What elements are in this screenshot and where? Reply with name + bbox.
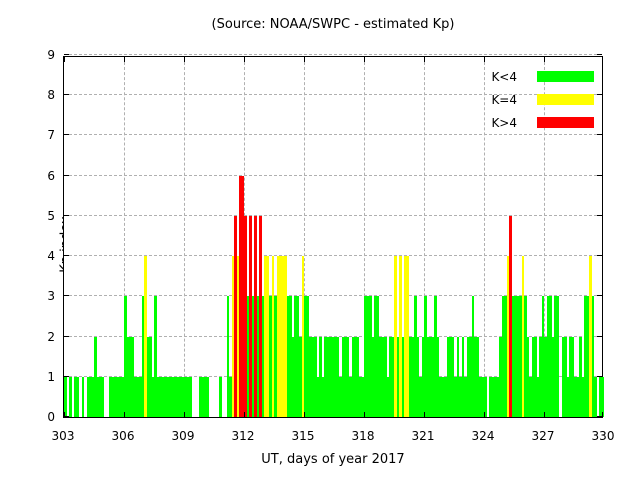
x-tick-mark: [364, 57, 365, 62]
y-tick-mark: [64, 94, 69, 95]
x-tick-label: 318: [343, 429, 383, 443]
y-tick-mark: [64, 295, 69, 296]
kp-bar: [102, 377, 105, 417]
legend-label-kgt4: K>4: [471, 116, 517, 130]
x-tick-label: 327: [523, 429, 563, 443]
kp-bar: [484, 377, 487, 417]
plot-area: K<4 K=4 K>4: [63, 56, 603, 418]
legend-label-klt4: K<4: [471, 70, 517, 84]
kp-bar: [219, 377, 222, 417]
legend-swatch-yellow: [537, 94, 594, 105]
y-tick-mark: [597, 215, 602, 216]
y-gridline: [64, 175, 602, 176]
x-gridline: [184, 57, 185, 417]
y-tick-mark: [597, 134, 602, 135]
x-tick-mark: [304, 412, 305, 417]
x-tick-mark: [424, 57, 425, 62]
legend-label-keq4: K=4: [471, 93, 517, 107]
kp-bar: [64, 377, 67, 417]
x-tick-label: 324: [463, 429, 503, 443]
x-tick-mark: [424, 412, 425, 417]
y-tick-mark: [597, 376, 602, 377]
x-tick-mark: [602, 57, 603, 62]
y-tick-mark: [64, 134, 69, 135]
y-tick-mark: [597, 94, 602, 95]
kp-bar: [602, 377, 605, 417]
x-tick-mark: [304, 57, 305, 62]
y-tick-mark: [64, 215, 69, 216]
y-tick-mark: [597, 54, 602, 55]
y-tick-mark: [64, 255, 69, 256]
y-gridline: [64, 54, 602, 55]
x-tick-label: 330: [583, 429, 623, 443]
y-tick-mark: [597, 175, 602, 176]
chart-title: (Source: NOAA/SWPC - estimated Kp): [63, 17, 603, 32]
y-tick-label: 2: [5, 330, 55, 344]
y-tick-label: 6: [5, 169, 55, 183]
x-tick-mark: [544, 412, 545, 417]
y-gridline: [64, 215, 602, 216]
x-tick-label: 303: [43, 429, 83, 443]
x-tick-mark: [602, 412, 603, 417]
kp-bar: [69, 377, 72, 417]
x-tick-label: 315: [283, 429, 323, 443]
x-tick-label: 306: [103, 429, 143, 443]
y-tick-label: 8: [5, 88, 55, 102]
x-tick-mark: [124, 412, 125, 417]
y-tick-mark: [597, 295, 602, 296]
y-tick-mark: [64, 175, 69, 176]
x-tick-mark: [244, 412, 245, 417]
x-tick-mark: [364, 412, 365, 417]
x-tick-label: 309: [163, 429, 203, 443]
kp-bar: [207, 377, 210, 417]
kp-bar: [189, 377, 192, 417]
y-tick-label: 0: [5, 410, 55, 424]
y-tick-label: 7: [5, 128, 55, 142]
y-tick-mark: [597, 336, 602, 337]
x-tick-mark: [64, 412, 65, 417]
y-tick-label: 4: [5, 249, 55, 263]
x-tick-mark: [544, 57, 545, 62]
legend-swatch-red: [537, 117, 594, 128]
y-tick-mark: [64, 376, 69, 377]
legend: K<4 K=4 K>4: [471, 65, 594, 134]
y-tick-label: 1: [5, 370, 55, 384]
x-tick-mark: [64, 57, 65, 62]
kp-index-chart: (Source: NOAA/SWPC - estimated Kp) Kp in…: [0, 0, 640, 480]
y-tick-label: 9: [5, 48, 55, 62]
kp-bar: [77, 377, 80, 417]
kp-bar: [557, 296, 560, 417]
x-tick-mark: [484, 412, 485, 417]
legend-row: K>4: [471, 111, 594, 134]
legend-row: K=4: [471, 88, 594, 111]
x-axis-title: UT, days of year 2017: [63, 452, 603, 467]
x-tick-mark: [244, 57, 245, 62]
y-tick-label: 5: [5, 209, 55, 223]
legend-swatch-green: [537, 71, 594, 82]
x-tick-label: 321: [403, 429, 443, 443]
x-tick-mark: [124, 57, 125, 62]
y-tick-label: 3: [5, 289, 55, 303]
y-gridline: [64, 134, 602, 135]
y-tick-mark: [64, 336, 69, 337]
x-tick-mark: [184, 57, 185, 62]
x-tick-mark: [184, 412, 185, 417]
y-tick-mark: [597, 255, 602, 256]
y-tick-mark: [64, 54, 69, 55]
x-tick-label: 312: [223, 429, 263, 443]
kp-bar: [594, 377, 597, 417]
x-tick-mark: [484, 57, 485, 62]
legend-row: K<4: [471, 65, 594, 88]
kp-bar: [82, 377, 85, 417]
